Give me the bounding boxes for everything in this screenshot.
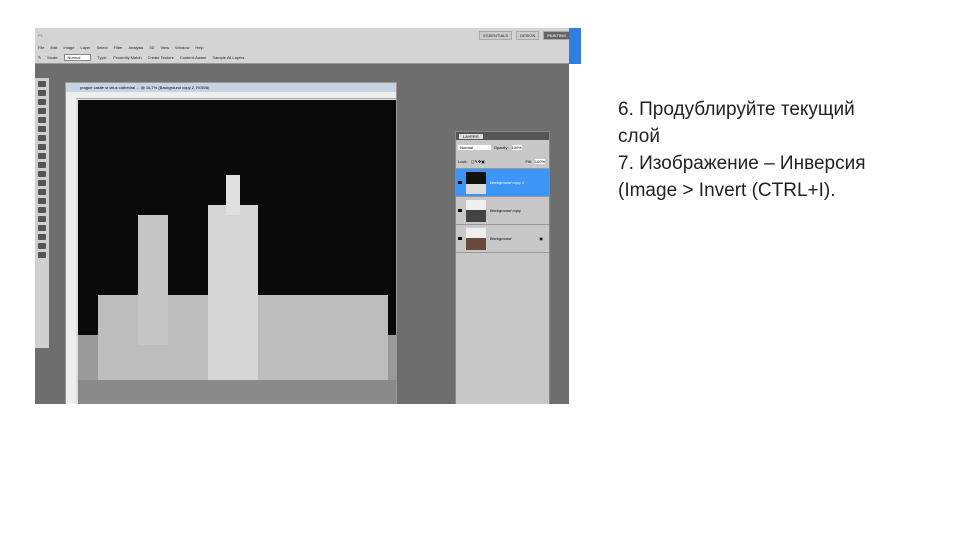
stamp-tool-icon[interactable] <box>38 153 46 159</box>
content-aware-radio[interactable]: Content-Aware <box>180 55 207 60</box>
move-tool-icon[interactable] <box>38 81 46 87</box>
crop-tool-icon[interactable] <box>38 117 46 123</box>
eye-icon[interactable] <box>458 181 462 184</box>
menu-filter[interactable]: Filter <box>114 45 123 50</box>
fill-field[interactable]: 100% <box>534 158 545 164</box>
type-tool-icon[interactable] <box>38 216 46 222</box>
menu-3d[interactable]: 3D <box>149 45 154 50</box>
lock-icon: ▣ <box>539 236 543 241</box>
mode-label: Mode: <box>47 55 59 60</box>
layer-name: Background copy <box>490 208 521 213</box>
zoom-tool-icon[interactable] <box>38 252 46 258</box>
vertical-ruler <box>66 98 76 404</box>
eyedropper-tool-icon[interactable] <box>38 126 46 132</box>
layer-thumbnail <box>466 199 486 222</box>
application-bar: Ps ESSENTIALS DESIGN PAINTING <box>35 28 570 43</box>
document-title[interactable]: prague castle st vitus cathedral ... @ 1… <box>66 83 396 92</box>
menu-analysis[interactable]: Analysis <box>129 45 144 50</box>
lock-icons[interactable]: ▢✎✥▣ <box>471 159 485 164</box>
brush-tool-icon[interactable] <box>38 144 46 150</box>
shape-tool-icon[interactable] <box>38 234 46 240</box>
inverted-cathedral-photo <box>78 100 396 404</box>
proximity-match-radio[interactable]: Proximity Match <box>113 55 141 60</box>
horizontal-ruler <box>66 92 396 99</box>
gradient-tool-icon[interactable] <box>38 180 46 186</box>
eye-icon[interactable] <box>458 209 462 212</box>
menu-layer[interactable]: Layer <box>80 45 90 50</box>
layer-thumbnail <box>466 171 486 194</box>
layer-row[interactable]: Background copy 2 <box>456 169 549 197</box>
workspace-design[interactable]: DESIGN <box>516 31 540 40</box>
path-select-icon[interactable] <box>38 225 46 231</box>
menu-help[interactable]: Help <box>195 45 203 50</box>
menu-file[interactable]: File <box>38 45 44 50</box>
brush-icon[interactable]: ✎ <box>38 55 41 60</box>
mode-select[interactable]: Normal <box>64 54 92 61</box>
caption-line: 6. Продублируйте текущий <box>618 99 855 120</box>
menu-select[interactable]: Select <box>97 45 108 50</box>
workspace-painting[interactable]: PAINTING <box>543 31 570 40</box>
menu-image[interactable]: Image <box>63 45 74 50</box>
dodge-tool-icon[interactable] <box>38 198 46 204</box>
menu-bar: File Edit Image Layer Select Filter Anal… <box>35 43 570 52</box>
wand-tool-icon[interactable] <box>38 108 46 114</box>
toolbox <box>35 78 49 348</box>
eye-icon[interactable] <box>458 237 462 240</box>
menu-edit[interactable]: Edit <box>50 45 57 50</box>
blur-tool-icon[interactable] <box>38 189 46 195</box>
caption-line: 7. Изображение – Инверсия <box>618 153 866 174</box>
layers-panel: LAYERS Normal Opacity: 100% Lock: ▢✎✥▣ F… <box>455 131 550 404</box>
eraser-tool-icon[interactable] <box>38 171 46 177</box>
opacity-label: Opacity: <box>493 144 509 150</box>
pen-tool-icon[interactable] <box>38 207 46 213</box>
lock-label: Lock: <box>458 158 468 164</box>
healing-tool-icon[interactable] <box>38 135 46 141</box>
lasso-tool-icon[interactable] <box>38 99 46 105</box>
layer-row[interactable]: Background ▣ <box>456 225 549 253</box>
type-label: Type: <box>97 55 108 60</box>
sample-all-layers-checkbox[interactable]: Sample All Layers <box>212 55 244 60</box>
workspace-essentials[interactable]: ESSENTIALS <box>479 31 513 40</box>
caption-line: (Image > Invert (CTRL+I). <box>618 180 836 201</box>
layer-name: Background <box>490 236 512 241</box>
menu-window[interactable]: Window <box>175 45 189 50</box>
layers-tab[interactable]: LAYERS <box>459 134 483 139</box>
layer-row[interactable]: Background copy <box>456 197 549 225</box>
ps-logo: Ps <box>38 33 43 38</box>
history-brush-icon[interactable] <box>38 162 46 168</box>
workspace-switcher: ESSENTIALS DESIGN PAINTING <box>479 31 570 40</box>
right-edge-strip <box>569 28 581 404</box>
opacity-field[interactable]: 100% <box>511 144 522 150</box>
create-texture-radio[interactable]: Create Texture <box>148 55 174 60</box>
blue-tab <box>569 28 581 64</box>
photoshop-screenshot: Ps ESSENTIALS DESIGN PAINTING File Edit … <box>35 28 580 404</box>
layer-name: Background copy 2 <box>490 180 525 185</box>
blend-mode-select[interactable]: Normal <box>458 144 491 150</box>
layer-thumbnail <box>466 227 486 250</box>
menu-view[interactable]: View <box>161 45 170 50</box>
slide-caption: 6. Продублируйте текущий слой 7. Изображ… <box>618 96 866 204</box>
document-window: prague castle st vitus cathedral ... @ 1… <box>65 82 397 404</box>
caption-line: слой <box>618 126 660 147</box>
fill-label: Fill: <box>525 158 532 164</box>
marquee-tool-icon[interactable] <box>38 90 46 96</box>
hand-tool-icon[interactable] <box>38 243 46 249</box>
options-bar: ✎ Mode: Normal Type: Proximity Match Cre… <box>35 52 570 64</box>
